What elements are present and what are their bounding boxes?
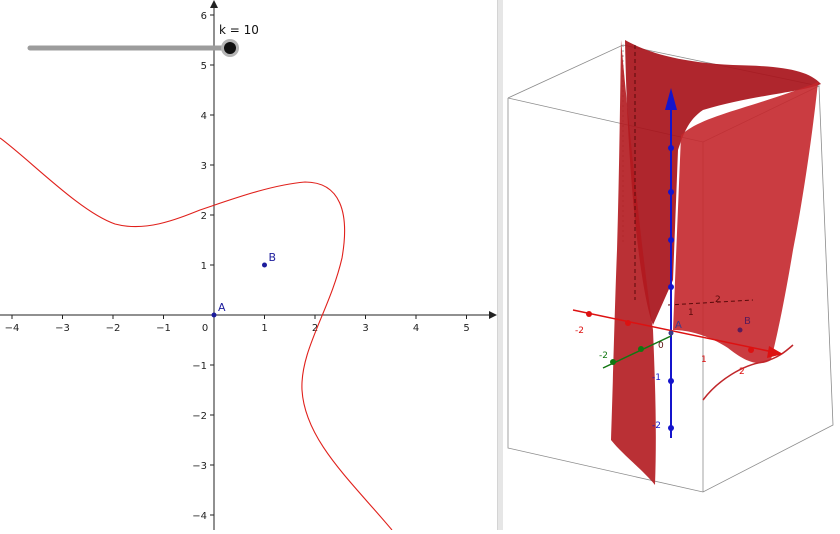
graph-canvas-2d[interactable]: −4 −3 −2 −1 0 1 2 3 4 5 654321−1−2−3−4 AB k = 10 [0,0,497,531]
slider-handle[interactable] [224,42,236,54]
point-a-3d[interactable] [668,330,674,336]
y-axis-arrow [210,0,218,8]
x-axis-point [625,320,631,326]
x-tick-label: 1 [261,323,267,334]
label-x-neg2: -2 [575,326,584,336]
z-axis-point [668,189,674,195]
x-axis-3d-arrow [767,346,783,358]
label-back-1: 1 [688,308,694,318]
x-tick-label: −1 [156,323,171,334]
x-tick-label: 3 [362,323,368,334]
z-axis-point [668,145,674,151]
label-origin: 0 [658,341,664,351]
y-tick-label: 1 [201,261,207,272]
y-axis-point [638,346,644,352]
z-axis-point [668,378,674,384]
label-x-pos2: 2 [739,367,745,377]
label-point-a-3d: A [675,320,682,331]
label-x-pos1: 1 [701,355,707,365]
x-tick-label: −3 [55,323,70,334]
y-tick-label: −1 [192,361,207,372]
x-axis-arrow [489,311,497,319]
point-b-3d[interactable] [737,327,743,333]
label-y-neg2: -2 [599,351,608,361]
y-tick-label: 2 [201,211,207,222]
point-label: B [269,251,277,264]
slider-label: k = 10 [219,23,259,37]
point-b[interactable] [262,262,267,268]
y-tick-label: 6 [201,11,207,22]
point-label: A [218,301,226,314]
graphics-view-3d[interactable]: A B -2 -2 1 2 -1 -2 2 1 0 [503,0,840,530]
z-axis-point [668,284,674,290]
x-axis-point [586,311,592,317]
z-axis-point [668,237,674,243]
z-axis-point [668,425,674,431]
x-tick-label: −4 [5,323,20,334]
y-tick-label: −3 [192,461,207,472]
graph-canvas-3d[interactable]: A B -2 -2 1 2 -1 -2 2 1 0 [503,0,840,530]
y-tick-label: −4 [192,511,207,522]
label-point-b-3d: B [744,316,751,327]
y-axis-point [610,359,616,365]
x-tick-label: 5 [463,323,469,334]
graphics-view-2d[interactable]: −4 −3 −2 −1 0 1 2 3 4 5 6 5 4 3 2 1 −1 −2 −3 −4 AB k = 10 [0,0,497,531]
label-z-neg2: -2 [652,421,661,431]
point-a[interactable] [211,312,217,318]
label-back-2: 2 [715,295,721,305]
y-tick-label: 3 [201,161,207,172]
x-tick-label: 4 [413,323,419,334]
x-axis-point [748,347,754,353]
y-tick-label: 4 [201,111,207,122]
x-tick-label: −2 [106,323,121,334]
y-tick-label: 5 [201,61,207,72]
label-z-neg1: -1 [652,373,661,383]
x-tick-label: 0 [202,323,208,334]
y-tick-label: −2 [192,411,207,422]
